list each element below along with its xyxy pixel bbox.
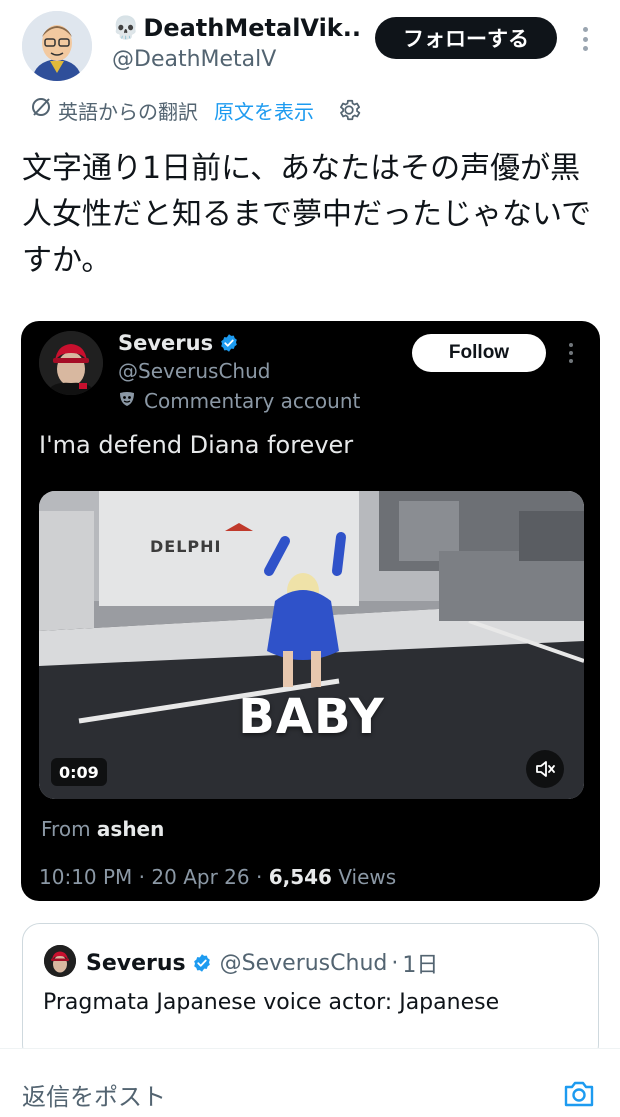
quoted-text: I'ma defend Diana forever	[39, 431, 354, 459]
nested-header: Severus @SeverusChud · 1日	[86, 947, 438, 979]
mute-icon[interactable]	[526, 750, 564, 788]
translate-icon	[30, 96, 52, 124]
camera-icon[interactable]	[562, 1077, 596, 1111]
translation-row: 英語からの翻訳 原文を表示	[30, 95, 362, 125]
stats-separator: ·	[138, 865, 146, 889]
author-name-text: DeathMetalVik...	[143, 14, 362, 42]
quoted-follow-button[interactable]: Follow	[412, 334, 546, 372]
verified-badge-icon	[193, 954, 210, 972]
commentary-text: Commentary account	[144, 389, 361, 413]
post-stats: 10:10 PM · 20 Apr 26 · 6,546 Views	[39, 865, 396, 889]
more-options-icon[interactable]	[576, 22, 594, 56]
skull-emoji: 💀	[112, 15, 140, 41]
nested-handle[interactable]: @SeverusChud	[220, 951, 388, 976]
quoted-author-name[interactable]: Severus	[118, 331, 239, 355]
video-thumbnail	[39, 491, 584, 799]
quoted-name-text: Severus	[118, 331, 214, 355]
quoted-avatar[interactable]	[39, 331, 103, 395]
reply-input[interactable]: 返信をポスト	[22, 1077, 166, 1112]
nested-quoted-post[interactable]: Severus @SeverusChud · 1日 Pragmata Japan…	[22, 923, 599, 1063]
post-time[interactable]: 10:10 PM	[39, 865, 132, 889]
views-count: 6,546	[268, 865, 332, 889]
video-player[interactable]: DELPHI BABY 0:09	[39, 491, 584, 799]
video-source: From ashen	[41, 817, 164, 841]
author-avatar[interactable]	[22, 11, 92, 81]
post-text: 文字通り1日前に、あなたはその声優が黒人女性だと知るまで夢中だったじゃないですか…	[22, 151, 592, 278]
video-caption: BABY	[238, 689, 385, 745]
translation-label: 英語からの翻訳	[58, 99, 198, 124]
reply-bar: 返信をポスト	[0, 1048, 620, 1117]
stats-separator: ·	[255, 865, 263, 889]
video-duration: 0:09	[51, 758, 107, 786]
nested-author-name[interactable]: Severus	[86, 951, 186, 976]
follow-button[interactable]: フォローする	[375, 17, 557, 59]
nested-avatar[interactable]	[44, 945, 76, 977]
post-date[interactable]: 20 Apr 26	[151, 865, 249, 889]
video-sign-text: DELPHI	[150, 537, 222, 556]
nested-time[interactable]: 1日	[402, 947, 438, 979]
author-handle[interactable]: @DeathMetalV	[112, 47, 276, 72]
from-name[interactable]: ashen	[97, 817, 164, 841]
commentary-label: Commentary account	[118, 389, 360, 413]
post-header: 💀 DeathMetalVik... @DeathMetalV フォローする	[0, 0, 620, 90]
nested-separator: ·	[391, 950, 399, 976]
gear-icon[interactable]	[336, 97, 362, 123]
nested-text: Pragmata Japanese voice actor: Japanese	[43, 990, 500, 1015]
from-prefix: From	[41, 817, 91, 841]
views-label: Views	[338, 865, 397, 889]
quoted-handle[interactable]: @SeverusChud	[118, 359, 270, 383]
show-original-link[interactable]: 原文を表示	[214, 96, 314, 125]
author-name[interactable]: 💀 DeathMetalVik...	[112, 14, 362, 42]
mask-icon	[118, 390, 136, 413]
verified-badge-icon	[221, 334, 237, 352]
quoted-more-icon[interactable]	[566, 343, 576, 363]
quoted-post[interactable]: Severus @SeverusChud Commentary account …	[21, 321, 600, 901]
